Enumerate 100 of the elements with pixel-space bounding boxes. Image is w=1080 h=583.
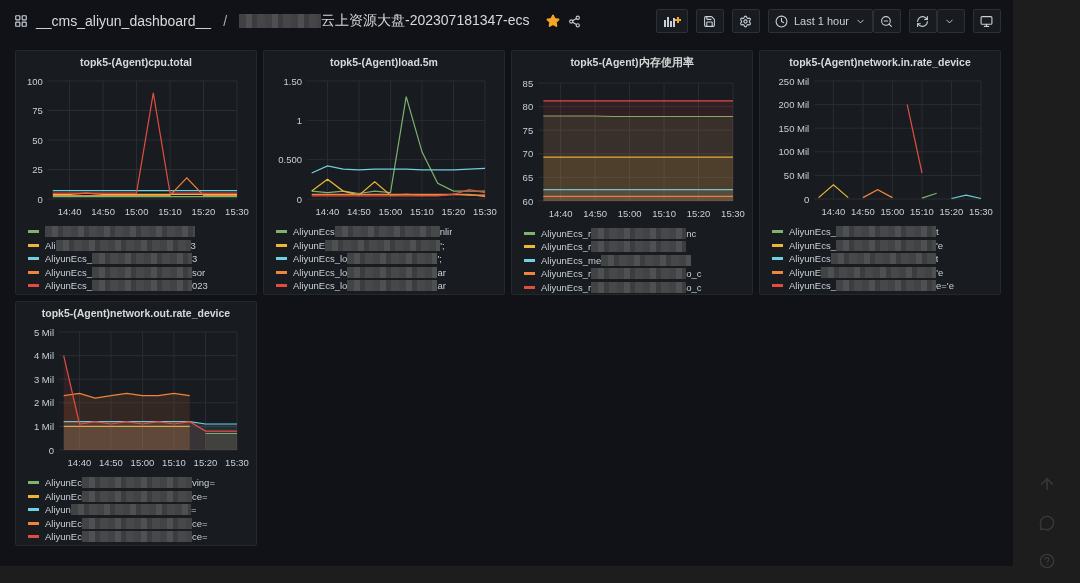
y-tick-label: 0.500 xyxy=(278,154,302,166)
add-panel-button[interactable] xyxy=(655,9,688,33)
legend-label: Aliyun xyxy=(45,504,71,516)
legend-label: AliyunEc xyxy=(45,531,82,543)
panel-title: topk5-(Agent)load.5m xyxy=(329,55,439,70)
legend-label: ar xyxy=(437,266,446,278)
refresh-icon xyxy=(916,14,929,28)
legend-label: 023 xyxy=(192,280,208,292)
legend-label: '; xyxy=(440,239,445,251)
y-tick-label: 50 Mil xyxy=(783,169,810,181)
legend-label: nlir xyxy=(439,226,453,238)
dashboard-grid-icon xyxy=(14,14,28,28)
legend-label: AliyunEcs_r xyxy=(541,268,592,280)
y-tick-label: 250 Mil xyxy=(778,75,810,87)
x-tick-label: 15:30 xyxy=(969,206,993,217)
legend-label: AliyunEc xyxy=(45,490,82,502)
legend-label: ar xyxy=(437,280,446,292)
legend-label: AliyunEcs_r xyxy=(541,241,592,253)
legend-label: AliyunEcs_lo xyxy=(293,280,348,292)
save-icon xyxy=(702,14,716,28)
x-tick-label: 14:50 xyxy=(851,206,875,217)
settings-button[interactable] xyxy=(731,9,760,33)
y-tick-label: 4 Mil xyxy=(33,350,54,362)
tv-mode-button[interactable] xyxy=(973,9,1001,33)
x-tick-label: 14:40 xyxy=(57,206,82,217)
legend-label: AliyunEcs_r xyxy=(541,227,592,239)
x-tick-label: 14:40 xyxy=(548,208,573,219)
settings-icon xyxy=(738,14,752,28)
x-tick-label: 15:10 xyxy=(410,206,434,217)
x-tick-label: 14:50 xyxy=(91,206,115,217)
save-button[interactable] xyxy=(695,9,724,33)
y-tick-label: 0 xyxy=(296,193,302,205)
zoom-out-button[interactable] xyxy=(873,9,901,33)
legend-label: t xyxy=(935,253,939,265)
legend-label: AliyunEcs xyxy=(293,226,335,238)
y-tick-label: 65 xyxy=(522,171,534,183)
share-icon[interactable] xyxy=(567,14,581,28)
refresh-button[interactable] xyxy=(909,9,937,33)
y-tick-label: 200 Mil xyxy=(778,99,810,111)
legend-label: AliyunEcs_ xyxy=(45,253,92,265)
x-tick-label: 15:10 xyxy=(162,457,186,468)
legend-label: ce= xyxy=(191,531,208,543)
y-tick-label: 25 xyxy=(32,164,43,175)
breadcrumb-separator: / xyxy=(223,13,227,29)
x-tick-label: 15:20 xyxy=(686,208,711,219)
y-tick-label: 85 xyxy=(522,77,534,89)
legend-label: AliyunEc xyxy=(45,477,82,489)
panel-title: topk5-(Agent)network.out.rate_device xyxy=(40,306,232,321)
time-range-picker[interactable]: Last 1 hour xyxy=(767,9,873,33)
x-tick-label: 14:50 xyxy=(583,208,607,219)
legend-label: AliyunE xyxy=(789,266,822,278)
x-tick-label: 15:20 xyxy=(193,457,218,468)
x-tick-label: 14:50 xyxy=(347,206,371,217)
clock-icon xyxy=(774,14,788,28)
y-tick-label: 80 xyxy=(522,101,534,113)
y-tick-label: 50 xyxy=(32,134,43,146)
add-panel-icon xyxy=(662,14,681,28)
x-tick-label: 15:30 xyxy=(473,206,497,217)
y-tick-label: 0 xyxy=(803,193,810,205)
x-tick-label: 15:20 xyxy=(441,206,466,217)
legend-label: AliyunEcs_ xyxy=(789,239,836,251)
legend-label: AliyunEc xyxy=(45,517,82,529)
legend-label: AliyunEcs_r xyxy=(541,281,592,293)
dashboard-title[interactable]: 云上资源大盘-202307181347-ecs xyxy=(321,12,530,30)
x-tick-label: 15:20 xyxy=(191,206,216,217)
y-tick-label: 5 Mil xyxy=(33,326,54,338)
x-tick-label: 15:10 xyxy=(158,206,182,217)
y-tick-label: 70 xyxy=(522,148,534,160)
panel-title: topk5-(Agent)cpu.total xyxy=(79,55,193,70)
legend-label: 3 xyxy=(192,253,198,265)
x-tick-label: 15:00 xyxy=(124,206,149,217)
legend-label: Ali xyxy=(45,239,56,251)
x-tick-label: 15:10 xyxy=(910,206,934,217)
legend-label: o_c xyxy=(686,268,702,280)
zoom-out-icon xyxy=(880,14,893,28)
x-tick-label: 15:30 xyxy=(225,206,249,217)
dashboard-folder-link[interactable]: __cms_aliyun_dashboard__ xyxy=(36,13,212,29)
legend-label: 'e xyxy=(936,266,944,278)
x-tick-label: 14:50 xyxy=(99,457,123,468)
y-tick-label: 1 Mil xyxy=(33,420,54,432)
y-tick-label: 3 Mil xyxy=(33,373,54,385)
legend-label: sor xyxy=(192,266,206,278)
legend-label: nc xyxy=(686,227,697,239)
legend-label: AliyunEcs_ xyxy=(789,280,836,292)
legend-label: AliyunEcs_ xyxy=(789,226,836,238)
x-tick-label: 14:40 xyxy=(315,206,340,217)
y-tick-label: 2 Mil xyxy=(33,397,54,409)
legend-label: ving= xyxy=(191,477,215,489)
y-tick-label: 100 Mil xyxy=(778,146,810,158)
y-tick-label: 0 xyxy=(48,444,54,456)
legend-label: o_c xyxy=(686,281,702,293)
y-tick-label: 1 xyxy=(296,114,302,126)
star-icon[interactable] xyxy=(545,14,560,28)
y-tick-label: 75 xyxy=(32,105,43,116)
legend-label: AliyunEcs_lo xyxy=(293,266,348,278)
y-tick-label: 75 xyxy=(522,124,534,136)
y-tick-label: 1.50 xyxy=(283,75,302,87)
legend-label: '; xyxy=(437,253,442,265)
legend-label: AliyunEcs xyxy=(789,253,831,265)
legend-label: AliyunEcs_me xyxy=(541,254,602,266)
